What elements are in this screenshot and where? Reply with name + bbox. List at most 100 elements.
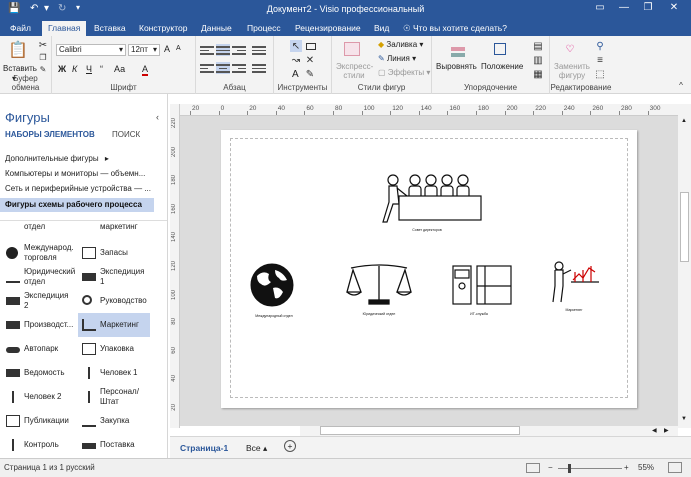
paste-button[interactable]: Вставить: [3, 64, 37, 73]
paste-icon[interactable]: 📋: [8, 40, 28, 60]
rectangle-tool-icon[interactable]: [304, 40, 318, 52]
align-right-icon[interactable]: [232, 62, 246, 74]
align-top-center-icon[interactable]: [216, 44, 230, 56]
tab-home[interactable]: Главная: [42, 21, 87, 36]
vertical-scrollbar[interactable]: ▲ ▼: [678, 104, 691, 428]
close-icon[interactable]: ✕: [304, 54, 316, 66]
shape-fleet[interactable]: Автопарк: [2, 337, 74, 361]
restore-button[interactable]: ❐: [638, 2, 658, 13]
shape-person-2[interactable]: Человек 2: [2, 385, 74, 409]
shape-person-1[interactable]: Человек 1: [78, 361, 150, 385]
effects-button[interactable]: ▢ Эффекты ▾: [378, 68, 430, 77]
tab-design[interactable]: Конструктор: [139, 21, 187, 36]
select-icon[interactable]: ⬚: [594, 68, 606, 80]
tab-review[interactable]: Рецензирование: [295, 21, 361, 36]
scroll-up-icon[interactable]: ▲: [681, 118, 687, 124]
send-backward-icon[interactable]: ▥: [532, 54, 544, 66]
pointer-tool-icon[interactable]: ↖: [290, 40, 302, 52]
shape-it-service[interactable]: [451, 262, 513, 308]
shape-legal-department[interactable]: Юридический отдел: [2, 265, 75, 289]
position-button[interactable]: Положение: [481, 62, 523, 71]
shape-management[interactable]: Руководство: [78, 289, 150, 313]
group-icon[interactable]: ▦: [532, 68, 544, 80]
change-case-button[interactable]: Аа: [114, 64, 125, 74]
status-language[interactable]: русский: [66, 463, 95, 472]
underline-button[interactable]: Ч: [86, 64, 92, 74]
shape-publications[interactable]: Публикации: [2, 409, 74, 433]
shape-purchasing[interactable]: Закупка: [78, 409, 150, 433]
align-top-right-icon[interactable]: [232, 44, 246, 56]
scroll-right-icon[interactable]: ▶: [664, 427, 669, 434]
zoom-level[interactable]: 55%: [638, 463, 654, 472]
format-painter-icon[interactable]: ✎: [38, 64, 48, 74]
search-icon[interactable]: ⚲: [594, 40, 606, 52]
scroll-down-icon[interactable]: ▼: [681, 416, 687, 422]
line-button[interactable]: ✎ Линия ▾: [378, 54, 416, 63]
justify-icon[interactable]: [252, 62, 266, 74]
minimize-button[interactable]: —: [614, 2, 634, 13]
grow-font-button[interactable]: A: [164, 44, 170, 54]
shape-marketing[interactable]: Маркетинг: [78, 313, 150, 337]
shrink-font-button[interactable]: A: [176, 45, 181, 52]
fit-to-window-icon[interactable]: [526, 463, 540, 473]
shape-staff[interactable]: Персонал/ Штат: [78, 385, 150, 409]
express-styles-icon[interactable]: [342, 40, 362, 58]
collapse-pane-icon[interactable]: ‹: [156, 112, 159, 122]
stencil-workflow[interactable]: Фигуры схемы рабочего процесса: [0, 198, 154, 212]
connector-tool-icon[interactable]: ↝: [290, 54, 302, 66]
drawing-page[interactable]: Совет директоров Международный отдел Юри…: [221, 130, 637, 408]
drawing-canvas[interactable]: Совет директоров Международный отдел Юри…: [180, 116, 678, 426]
align-top-left-icon[interactable]: [200, 44, 214, 56]
horizontal-scroll-thumb[interactable]: [320, 426, 520, 435]
tab-insert[interactable]: Вставка: [94, 21, 126, 36]
close-button[interactable]: ✕: [664, 2, 684, 13]
shape-shipping-2[interactable]: Экспедиция 2: [2, 289, 74, 313]
tab-search[interactable]: ПОИСК: [112, 130, 140, 139]
align-shapes-icon[interactable]: [448, 40, 468, 58]
shape-globe[interactable]: [249, 262, 295, 308]
stencil-more-shapes[interactable]: Дополнительные фигуры ▸: [0, 152, 154, 166]
tab-data[interactable]: Данные: [201, 21, 232, 36]
horizontal-scrollbar[interactable]: ◀ ▶: [300, 426, 678, 436]
tab-file[interactable]: Файл: [10, 21, 31, 36]
shape-marketing-presenter[interactable]: [545, 260, 601, 304]
stencil-network[interactable]: Сеть и периферийные устройства — ...: [0, 182, 154, 196]
shape-delivery[interactable]: Поставка: [78, 433, 150, 457]
shape-control[interactable]: Контроль: [2, 433, 74, 457]
add-page-button[interactable]: +: [284, 440, 296, 452]
layers-icon[interactable]: ≡: [594, 54, 606, 66]
font-name-field[interactable]: Calibri ▾: [56, 44, 126, 56]
scroll-left-icon[interactable]: ◀: [652, 427, 657, 434]
shape-ledger[interactable]: Ведомость: [2, 361, 74, 385]
cut-icon[interactable]: ✂: [38, 40, 48, 51]
page-tab-1[interactable]: Страница-1: [180, 443, 228, 453]
collapse-ribbon-icon[interactable]: ^: [676, 80, 686, 90]
tell-me-box[interactable]: ☉ Что вы хотите сделать?: [403, 21, 507, 36]
connection-point-icon[interactable]: ✎: [304, 68, 316, 80]
express-styles-button[interactable]: Экспресс-стили: [336, 62, 373, 80]
font-size-field[interactable]: 12пт ▾: [128, 44, 160, 56]
italic-button[interactable]: К: [72, 64, 77, 74]
change-shape-button[interactable]: Заменить фигуру: [552, 62, 592, 80]
all-pages-button[interactable]: Все ▴: [246, 443, 267, 454]
vertical-scroll-thumb[interactable]: [680, 192, 689, 262]
shape-board-of-directors[interactable]: [371, 170, 483, 226]
shape-inventory[interactable]: Запасы: [78, 241, 150, 265]
change-shape-icon[interactable]: ♡: [560, 40, 580, 58]
align-left-icon[interactable]: [200, 62, 214, 74]
position-icon[interactable]: [490, 40, 510, 58]
shape-international-trade[interactable]: Международ. торговля: [2, 241, 74, 265]
switch-windows-icon[interactable]: [668, 462, 682, 473]
text-tool-button[interactable]: A: [292, 69, 299, 80]
zoom-slider-thumb[interactable]: [568, 464, 571, 473]
align-center-icon[interactable]: [216, 62, 230, 74]
bring-forward-icon[interactable]: ▤: [532, 40, 544, 52]
bold-button[interactable]: Ж: [58, 64, 66, 74]
fill-button[interactable]: ◆ Заливка ▾: [378, 40, 423, 49]
shape-department[interactable]: отдел: [2, 215, 74, 239]
tab-process[interactable]: Процесс: [247, 21, 281, 36]
tab-view[interactable]: Вид: [374, 21, 389, 36]
bullets-icon[interactable]: [252, 44, 266, 56]
shape-packaging[interactable]: Упаковка: [78, 337, 150, 361]
stencil-computers[interactable]: Компьютеры и мониторы — объемн...: [0, 167, 154, 181]
